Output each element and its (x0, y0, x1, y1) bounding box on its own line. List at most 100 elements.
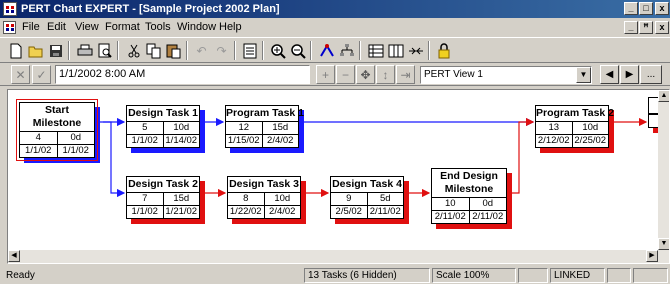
task-node[interactable]: Design Task 1 5 10d 1/1/02 1/14/02 (126, 105, 200, 148)
task-name: Design Task 4 (332, 178, 402, 190)
app-icon[interactable] (3, 2, 17, 16)
task-finish: 2/4/02 (263, 206, 301, 218)
accept-entry-button[interactable]: ✓ (32, 65, 51, 84)
menu-format[interactable]: Format (105, 21, 140, 33)
task-finish: 1/14/02 (162, 135, 200, 147)
status-linked: LINKED (550, 268, 605, 283)
task-start: 1/1/02 (25, 145, 52, 156)
task-node[interactable]: Program Task 2 13 10d 2/12/02 2/25/02 (535, 105, 614, 148)
menu-tools[interactable]: Tools (145, 21, 171, 33)
open-icon[interactable] (26, 41, 45, 60)
undo-icon[interactable]: ↶ (192, 41, 211, 60)
prev-view-button[interactable]: ◀ (600, 65, 619, 84)
menu-view[interactable]: View (75, 21, 99, 33)
document-icon[interactable] (3, 21, 16, 34)
task-start: 2/2 (649, 115, 658, 127)
add-task-icon[interactable]: + (316, 65, 335, 84)
task-node[interactable]: Design Task 2 7 15d 1/1/02 1/21/02 (126, 176, 200, 219)
menu-help[interactable]: Help (219, 21, 242, 33)
pert-chart[interactable]: Start Milestone 4 0d 1/1/02 1/1/02 Design Tas… (8, 90, 658, 250)
cancel-entry-button[interactable]: ✕ (11, 65, 30, 84)
task-node[interactable]: End Design Milestone 10 0d 2/11/02 2/11/02 (431, 168, 507, 224)
task-id: 8 (243, 193, 249, 204)
task-name: Design Task 1 (128, 107, 198, 119)
paste-icon[interactable] (164, 41, 183, 60)
maximize-button[interactable]: □ (639, 2, 653, 15)
doc-close-button[interactable]: x (655, 21, 669, 34)
expand-icon[interactable]: ✥ (356, 65, 375, 84)
task-name: End (649, 98, 658, 113)
task-name: Design Task 3 (229, 178, 299, 190)
status-panel-empty-2 (607, 268, 631, 283)
task-id: 4 (35, 132, 41, 143)
print-preview-icon[interactable] (95, 41, 114, 60)
task-duration: 0d (56, 132, 95, 144)
scroll-left-icon[interactable]: ◀ (8, 250, 20, 262)
view-select-value: PERT View 1 (424, 69, 483, 80)
task-node[interactable]: Design Task 4 9 5d 2/5/02 2/11/02 (330, 176, 404, 219)
redo-icon[interactable]: ↷ (212, 41, 231, 60)
minimize-button[interactable]: _ (624, 2, 638, 15)
horizontal-scrollbar[interactable]: ◀ ▶ (8, 250, 658, 263)
task-duration: 10d (571, 122, 609, 134)
task-start: 1/1/02 (131, 135, 158, 146)
properties-icon[interactable] (240, 41, 259, 60)
lock-icon[interactable] (434, 41, 453, 60)
task-duration: 10d (263, 193, 301, 205)
status-panel-empty (518, 268, 548, 283)
next-view-button[interactable]: ▶ (620, 65, 639, 84)
remove-task-icon[interactable]: − (336, 65, 355, 84)
outdent-icon[interactable]: ⇥ (396, 65, 415, 84)
more-views-button[interactable]: ... (640, 65, 662, 84)
status-scale: Scale 100% (432, 268, 516, 283)
task-name: End Design Milestone (440, 170, 498, 195)
task-node[interactable]: Program Task 1 12 15d 1/15/02 2/4/02 (225, 105, 304, 148)
indent-icon[interactable]: ↕ (376, 65, 395, 84)
menu-window[interactable]: Window (177, 21, 216, 33)
task-finish: 1/21/02 (162, 206, 200, 218)
print-icon[interactable] (75, 41, 94, 60)
grid-view-icon[interactable] (386, 41, 405, 60)
task-node[interactable]: Design Task 3 8 10d 1/22/02 2/4/02 (227, 176, 301, 219)
task-id: 9 (346, 193, 352, 204)
date-input[interactable]: 1/1/2002 8:00 AM (55, 65, 310, 84)
task-finish: 2/25/02 (571, 135, 609, 147)
zoom-out-icon[interactable] (288, 41, 307, 60)
task-id: 7 (142, 193, 148, 204)
scroll-right-icon[interactable]: ▶ (646, 250, 658, 262)
task-start: 2/12/02 (537, 135, 570, 146)
pert-chart-area[interactable]: Start Milestone 4 0d 1/1/02 1/1/02 Design Tas… (7, 89, 670, 264)
doc-restore-button[interactable]: ꟸ (639, 21, 653, 34)
link-icon[interactable] (317, 41, 336, 60)
view-select[interactable]: PERT View 1 ▼ (420, 66, 592, 84)
save-icon[interactable] (46, 41, 65, 60)
task-id: 12 (238, 122, 250, 133)
task-start: 1/15/02 (227, 135, 260, 146)
list-view-icon[interactable] (366, 41, 385, 60)
connect-icon[interactable] (406, 41, 425, 60)
menu-file[interactable]: File (22, 21, 40, 33)
status-task-count: 13 Tasks (6 Hidden) (304, 268, 430, 283)
scroll-up-icon[interactable]: ▲ (658, 90, 669, 102)
window-title: PERT Chart EXPERT - [Sample Project 2002… (21, 3, 280, 15)
menu-edit[interactable]: Edit (47, 21, 66, 33)
vertical-scrollbar[interactable]: ▲ ▼ (658, 90, 669, 263)
task-node[interactable]: Start Milestone 4 0d 1/1/02 1/1/02 (16, 99, 98, 161)
status-bar: Ready 13 Tasks (6 Hidden) Scale 100% LIN… (0, 266, 670, 284)
dependency-arrow (512, 117, 535, 194)
task-id: 5 (142, 122, 148, 133)
zoom-in-icon[interactable] (268, 41, 287, 60)
doc-minimize-button[interactable]: _ (624, 21, 638, 34)
task-id: 13 (548, 122, 560, 133)
copy-icon[interactable] (144, 41, 163, 60)
entry-toolbar: ✕ ✓ 1/1/2002 8:00 AM + − ✥ ↕ ⇥ PERT View… (0, 63, 670, 86)
layout-icon[interactable] (337, 41, 356, 60)
task-start: 1/22/02 (229, 206, 262, 217)
task-finish: 2/4/02 (261, 135, 299, 147)
close-button[interactable]: x (655, 2, 669, 15)
cut-icon[interactable] (124, 41, 143, 60)
new-icon[interactable] (6, 41, 25, 60)
task-node[interactable]: End 2/2 (648, 97, 658, 128)
chevron-down-icon[interactable]: ▼ (576, 67, 591, 83)
scroll-down-icon[interactable]: ▼ (658, 238, 669, 250)
